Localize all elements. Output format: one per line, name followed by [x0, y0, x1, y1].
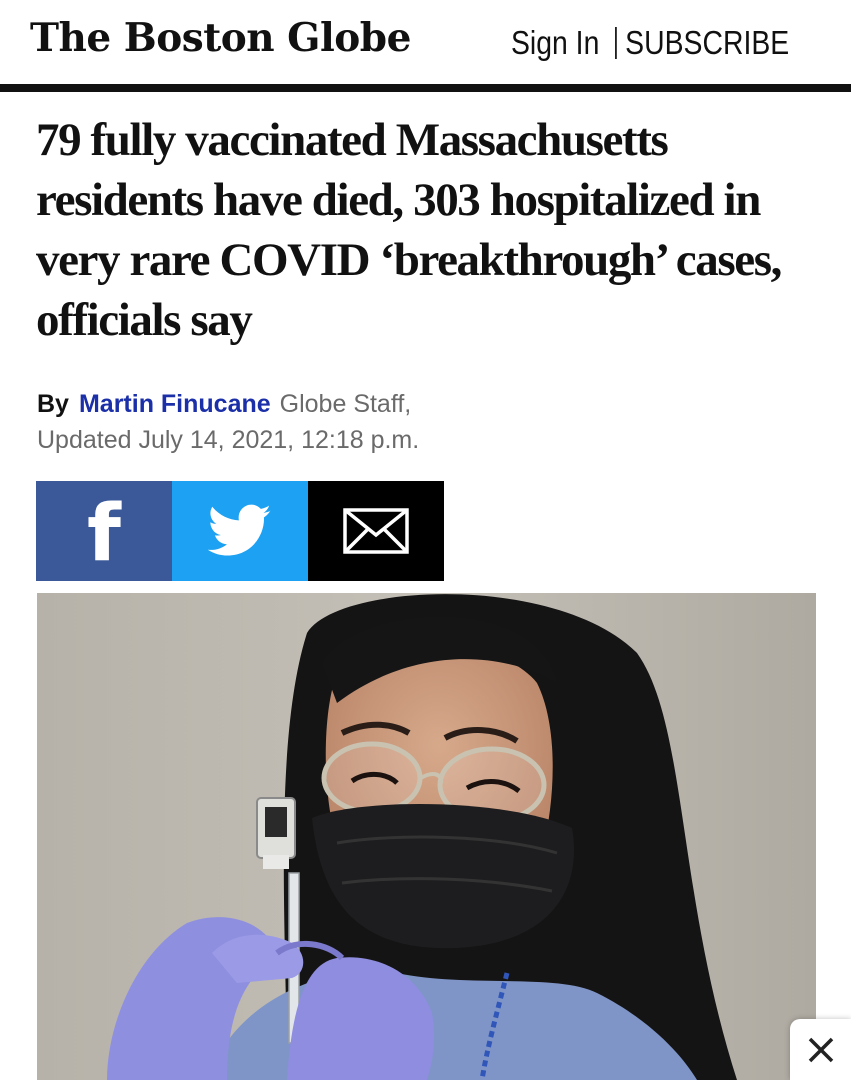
author-role: Globe Staff, [279, 390, 412, 418]
share-bar: f [36, 481, 444, 581]
twitter-icon [208, 504, 271, 556]
subscribe-link[interactable]: SUBSCRIBE [625, 24, 789, 61]
close-button[interactable] [790, 1019, 851, 1080]
article-headline: 79 fully vaccinated Massachusetts reside… [36, 114, 782, 346]
email-share-button[interactable] [308, 481, 444, 581]
byline: By Martin Finucane Globe Staff, [37, 388, 411, 420]
email-icon [343, 508, 409, 554]
byline-label: By [37, 390, 69, 418]
sign-in-link[interactable]: Sign In [511, 24, 599, 61]
vaccination-photo-illustration [37, 593, 816, 1080]
author-link[interactable]: Martin Finucane [79, 390, 271, 418]
header-rule [0, 84, 851, 92]
updated-timestamp: Updated July 14, 2021, 12:18 p.m. [37, 426, 420, 454]
site-header: The Boston Globe Sign In SUBSCRIBE [0, 0, 851, 84]
facebook-share-button[interactable]: f [36, 481, 172, 581]
nav-divider [614, 27, 617, 59]
facebook-icon: f [87, 489, 121, 579]
site-logo[interactable]: The Boston Globe [30, 8, 411, 68]
header-nav: Sign In SUBSCRIBE [511, 24, 789, 62]
close-icon [808, 1037, 833, 1062]
article-photo[interactable] [37, 593, 816, 1080]
twitter-share-button[interactable] [172, 481, 308, 581]
